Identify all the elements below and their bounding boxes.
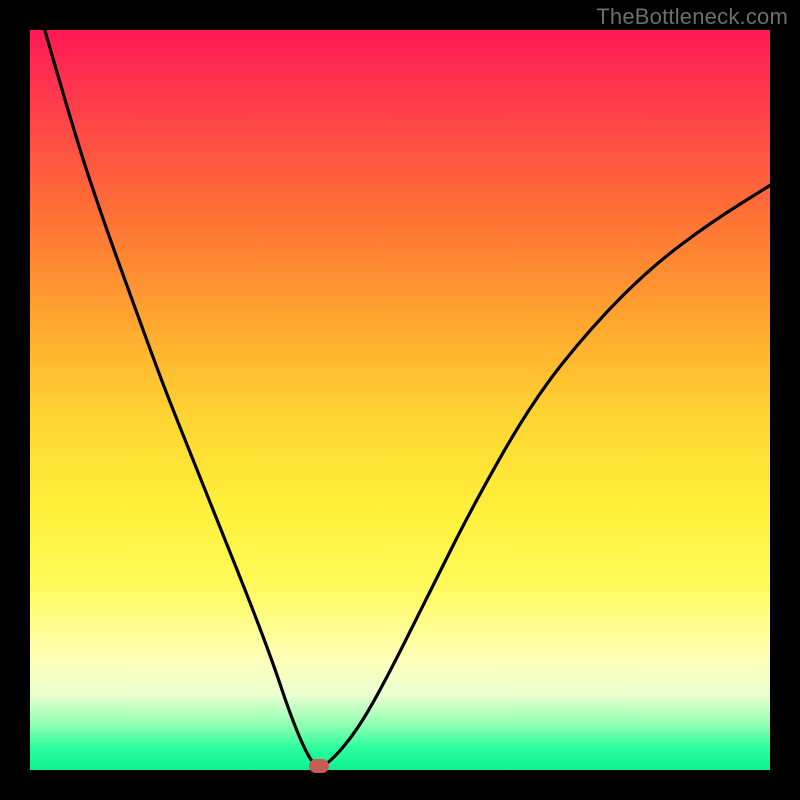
optimal-marker — [309, 759, 329, 773]
bottleneck-curve — [30, 30, 770, 770]
plot-area — [30, 30, 770, 770]
chart-frame: TheBottleneck.com — [0, 0, 800, 800]
watermark-text: TheBottleneck.com — [596, 4, 788, 30]
